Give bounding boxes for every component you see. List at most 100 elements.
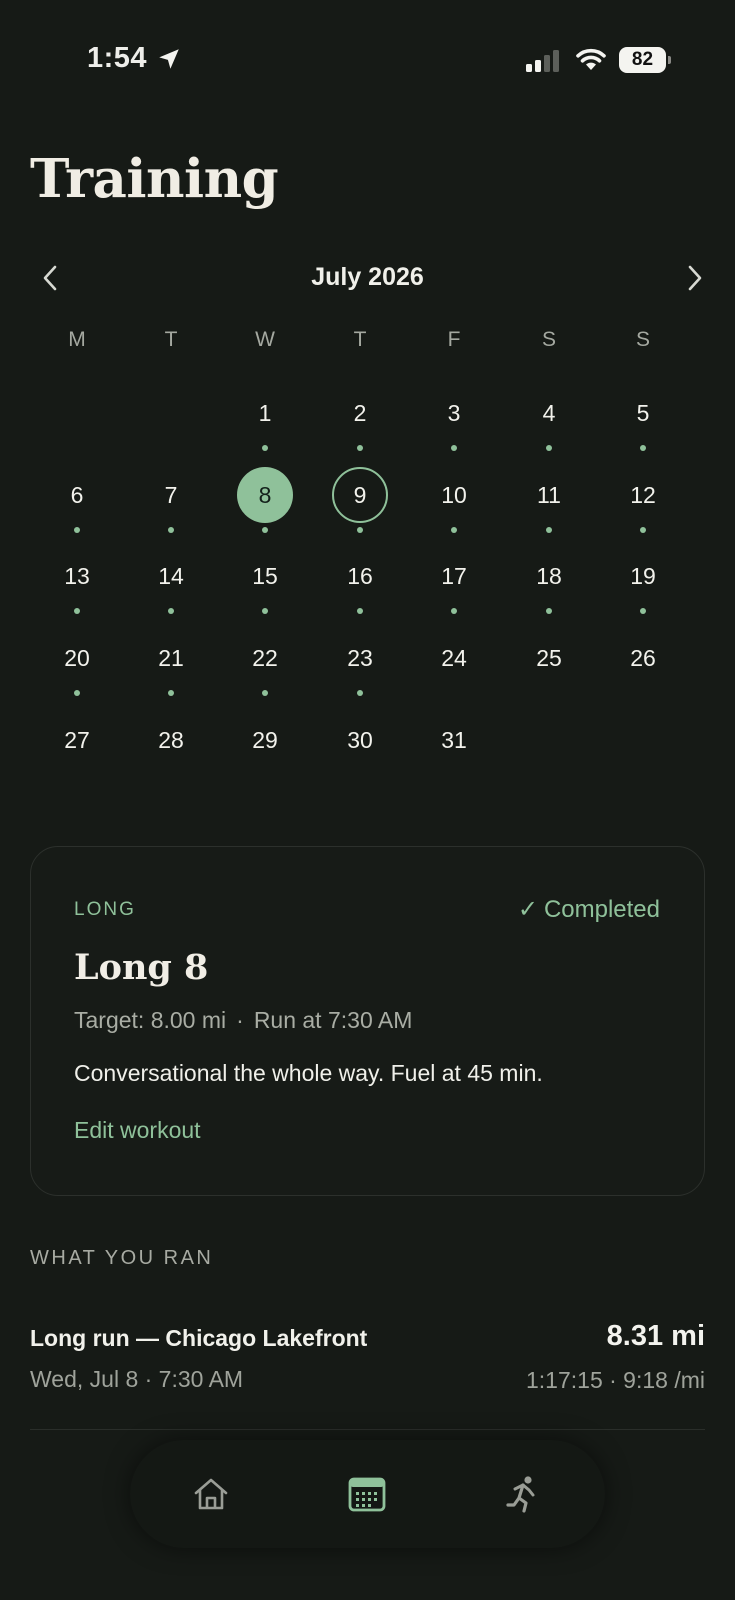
tab-home[interactable] xyxy=(181,1464,241,1524)
workout-indicator-dot xyxy=(640,527,646,533)
calendar-day-20[interactable]: 20 xyxy=(44,625,110,691)
workout-indicator-dot xyxy=(451,608,457,614)
workout-indicator-dot xyxy=(262,608,268,614)
calendar-day-18[interactable]: 18 xyxy=(516,543,582,609)
day-number: 25 xyxy=(536,644,562,671)
workout-indicator-dot xyxy=(546,527,552,533)
workout-meta: Target: 8.00 mi · Run at 7:30 AM xyxy=(74,1007,412,1034)
workout-indicator-dot xyxy=(74,608,80,614)
day-number: 23 xyxy=(347,644,373,671)
day-number: 19 xyxy=(630,562,656,589)
workout-indicator-dot xyxy=(640,445,646,451)
calendar-day-30[interactable]: 30 xyxy=(327,707,393,773)
calendar-day-2[interactable]: 2 xyxy=(327,380,393,446)
day-number: 28 xyxy=(158,726,184,753)
calendar-day-25[interactable]: 25 xyxy=(516,625,582,691)
day-number: 26 xyxy=(630,644,656,671)
calendar-day-10[interactable]: 10 xyxy=(421,462,487,528)
day-number: 5 xyxy=(636,399,650,426)
run-stats: 1:17:15 · 9:18 /mi xyxy=(526,1367,705,1393)
section-heading: WHAT YOU RAN xyxy=(30,1247,214,1269)
calendar-day-28[interactable]: 28 xyxy=(138,707,204,773)
day-number: 22 xyxy=(252,644,278,671)
workout-indicator-dot xyxy=(262,690,268,696)
calendar-day-21[interactable]: 21 xyxy=(138,625,204,691)
calendar-day-13[interactable]: 13 xyxy=(44,543,110,609)
calendar-day-9[interactable]: 9 xyxy=(332,467,388,523)
day-number: 29 xyxy=(252,726,278,753)
workout-indicator-dot xyxy=(168,527,174,533)
calendar-grid: 1 2 3 4 5 6 7 8 9 10 11 12 13 14 15 16 17 18 19 20 21 22 23 24 2… xyxy=(30,0,705,800)
status-label: Completed xyxy=(543,895,660,923)
workout-card[interactable]: LONG ✓ Completed Long 8 Target: 8.00 mi ·… xyxy=(30,846,705,1196)
home-icon xyxy=(194,1478,228,1510)
day-number: 12 xyxy=(630,481,656,508)
day-number: 21 xyxy=(158,644,184,671)
workout-run-time: Run at 7:30 AM xyxy=(253,1007,413,1033)
day-number: 14 xyxy=(158,562,184,589)
calendar-day-26[interactable]: 26 xyxy=(610,625,676,691)
calendar-day-6[interactable]: 6 xyxy=(44,462,110,528)
run-title: Long run — Chicago Lakefront xyxy=(30,1325,368,1351)
calendar-day-23[interactable]: 23 xyxy=(327,625,393,691)
calendar-day-8[interactable]: 8 xyxy=(237,467,293,523)
workout-title: Long 8 xyxy=(74,947,209,988)
workout-indicator-dot xyxy=(546,608,552,614)
calendar-day-3[interactable]: 3 xyxy=(421,380,487,446)
calendar-day-27[interactable]: 27 xyxy=(44,707,110,773)
calendar-day-12[interactable]: 12 xyxy=(610,462,676,528)
day-number: 6 xyxy=(70,481,84,508)
workout-notes: Conversational the whole way. Fuel at 45… xyxy=(74,1060,543,1086)
calendar-day-31[interactable]: 31 xyxy=(421,707,487,773)
calendar-day-1[interactable]: 1 xyxy=(232,380,298,446)
run-date: Wed, Jul 8 · 7:30 AM xyxy=(30,1366,244,1392)
calendar-day-5[interactable]: 5 xyxy=(610,380,676,446)
calendar-day-15[interactable]: 15 xyxy=(232,543,298,609)
calendar-day-17[interactable]: 17 xyxy=(421,543,487,609)
calendar-day-11[interactable]: 11 xyxy=(516,462,582,528)
calendar-icon xyxy=(348,1477,386,1512)
workout-indicator-dot xyxy=(357,527,363,533)
calendar-day-4[interactable]: 4 xyxy=(516,380,582,446)
calendar-day-19[interactable]: 19 xyxy=(610,543,676,609)
day-number: 8 xyxy=(258,481,272,508)
tab-calendar[interactable] xyxy=(337,1464,397,1524)
workout-indicator-dot xyxy=(546,445,552,451)
check-icon: ✓ xyxy=(517,896,538,923)
day-number: 24 xyxy=(441,644,467,671)
run-distance: 8.31 mi xyxy=(606,1320,705,1352)
workout-indicator-dot xyxy=(451,527,457,533)
day-number: 20 xyxy=(64,644,90,671)
day-number: 9 xyxy=(353,481,367,508)
workout-target: Target: 8.00 mi xyxy=(74,1007,227,1033)
calendar-day-24[interactable]: 24 xyxy=(421,625,487,691)
day-number: 31 xyxy=(441,726,467,753)
workout-indicator-dot xyxy=(357,445,363,451)
workout-indicator-dot xyxy=(168,608,174,614)
day-number: 18 xyxy=(536,562,562,589)
calendar-day-7[interactable]: 7 xyxy=(138,462,204,528)
day-number: 7 xyxy=(164,481,178,508)
calendar-day-14[interactable]: 14 xyxy=(138,543,204,609)
day-number: 2 xyxy=(353,399,367,426)
calendar-day-29[interactable]: 29 xyxy=(232,707,298,773)
workout-indicator-dot xyxy=(168,690,174,696)
workout-indicator-dot xyxy=(74,527,80,533)
workout-indicator-dot xyxy=(451,445,457,451)
day-number: 16 xyxy=(347,562,373,589)
day-number: 4 xyxy=(542,399,556,426)
tab-runs[interactable] xyxy=(492,1464,552,1524)
day-number: 10 xyxy=(441,481,467,508)
workout-type-tag: LONG xyxy=(74,899,136,920)
tab-bar xyxy=(130,1440,605,1548)
workout-indicator-dot xyxy=(74,690,80,696)
calendar-day-16[interactable]: 16 xyxy=(327,543,393,609)
day-number: 30 xyxy=(347,726,373,753)
edit-workout-link[interactable]: Edit workout xyxy=(74,1117,201,1144)
workout-indicator-dot xyxy=(262,445,268,451)
day-number: 17 xyxy=(441,562,467,589)
calendar-day-22[interactable]: 22 xyxy=(232,625,298,691)
runner-icon xyxy=(506,1476,535,1513)
workout-indicator-dot xyxy=(640,608,646,614)
run-list-item[interactable]: Long run — Chicago Lakefront Wed, Jul 8 … xyxy=(30,1320,705,1430)
